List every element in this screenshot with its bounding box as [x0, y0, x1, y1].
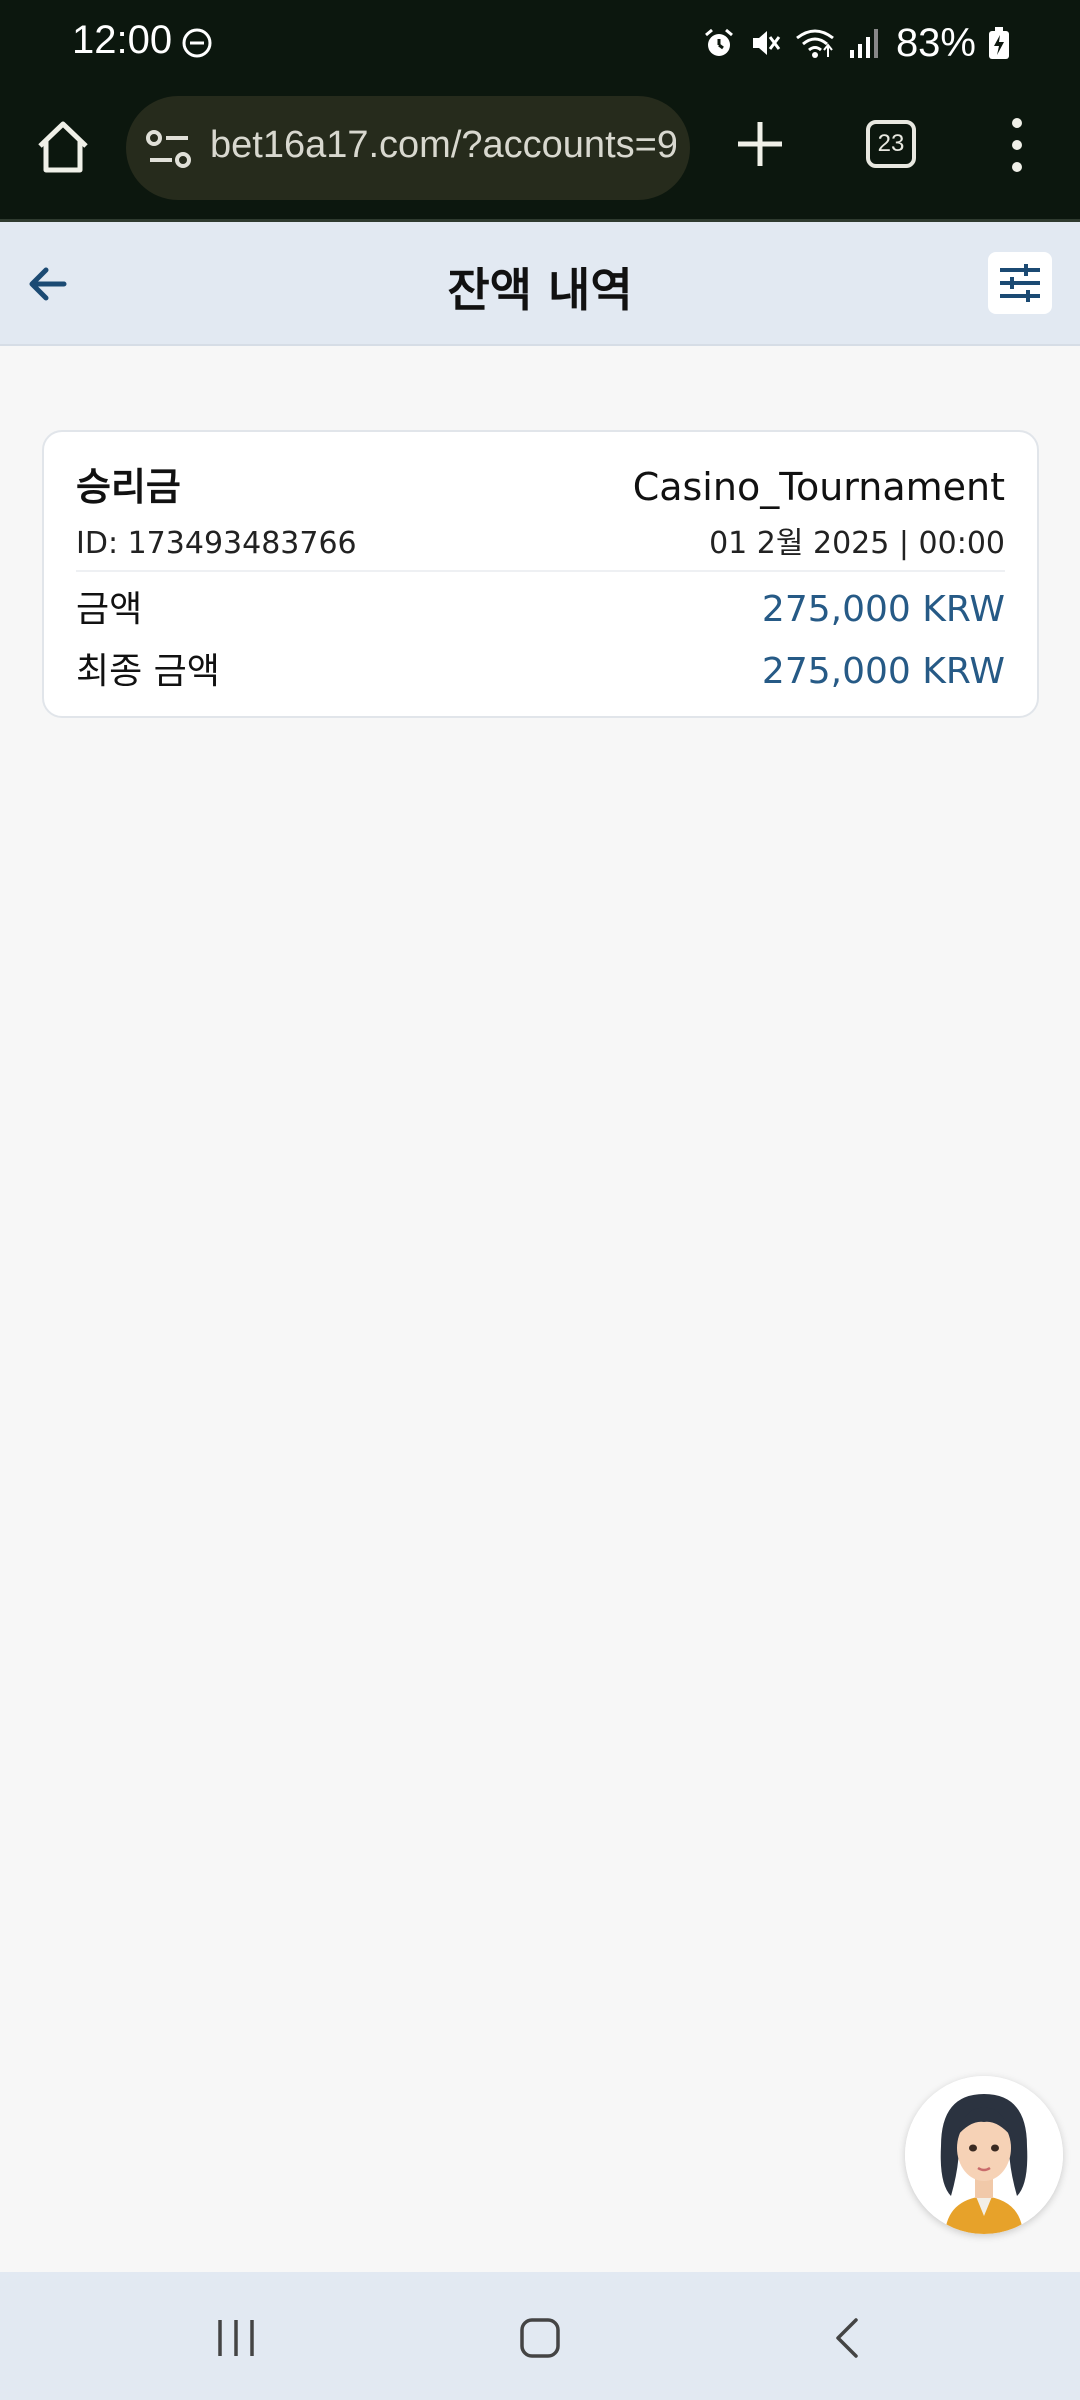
- system-nav-bar: [0, 2272, 1080, 2400]
- kebab-menu-icon[interactable]: [1002, 116, 1032, 174]
- battery-percent: 83%: [895, 20, 976, 65]
- card-divider: [76, 570, 1005, 572]
- transaction-date: 01 2월 2025 | 00:00: [709, 526, 1005, 561]
- wifi-icon: [796, 29, 834, 58]
- sliders-icon[interactable]: [998, 262, 1042, 304]
- back-nav-icon[interactable]: [826, 2316, 870, 2360]
- final-amount-value: 275,000 KRW: [761, 651, 1005, 692]
- alarm-icon: [704, 28, 733, 56]
- status-bar: 12:00 83%: [0, 0, 1080, 88]
- transaction-game: Casino_Tournament: [632, 465, 1005, 509]
- do-not-disturb-icon: [182, 28, 212, 58]
- recent-apps-icon[interactable]: [214, 2316, 258, 2360]
- tabs-icon[interactable]: 23: [866, 120, 916, 168]
- home-icon[interactable]: [32, 116, 94, 178]
- transaction-card[interactable]: 승리금 Casino_Tournament ID: 173493483766 0…: [42, 430, 1039, 718]
- card-header-row: 승리금 Casino_Tournament: [76, 456, 1005, 511]
- browser-toolbar: bet16a17.com/?accounts=9 23: [0, 88, 1080, 222]
- amount-label: 금액: [76, 589, 143, 630]
- card-meta-row: ID: 173493483766 01 2월 2025 | 00:00: [76, 518, 1005, 562]
- amount-row: 금액 275,000 KRW: [76, 580, 1005, 632]
- transaction-type: 승리금: [76, 465, 181, 509]
- battery-charging-icon: [989, 27, 1009, 59]
- final-amount-row: 최종 금액 275,000 KRW: [76, 642, 1005, 694]
- signal-icon: [849, 29, 878, 58]
- mute-icon: [752, 31, 781, 55]
- status-icons: 83%: [702, 18, 1010, 68]
- transaction-id: ID: 173493483766: [76, 526, 357, 561]
- address-bar[interactable]: bet16a17.com/?accounts=9: [126, 96, 690, 200]
- status-time: 12:00: [72, 18, 173, 62]
- site-info-icon[interactable]: [146, 130, 192, 168]
- page-title: 잔액 내역: [447, 263, 633, 317]
- amount-value: 275,000 KRW: [761, 589, 1005, 630]
- chat-support-avatar[interactable]: [905, 2076, 1063, 2234]
- filter-button[interactable]: [988, 252, 1052, 314]
- url-text[interactable]: bet16a17.com/?accounts=9: [210, 124, 676, 167]
- app-header: 잔액 내역: [0, 222, 1080, 346]
- final-amount-label: 최종 금액: [76, 651, 220, 692]
- screen: 12:00 83% bet16a17.com/?accounts=9 23 잔액…: [0, 0, 1080, 2400]
- avatar-portrait-icon: [905, 2076, 1063, 2234]
- plus-icon[interactable]: [734, 118, 786, 170]
- home-nav-icon[interactable]: [518, 2316, 562, 2360]
